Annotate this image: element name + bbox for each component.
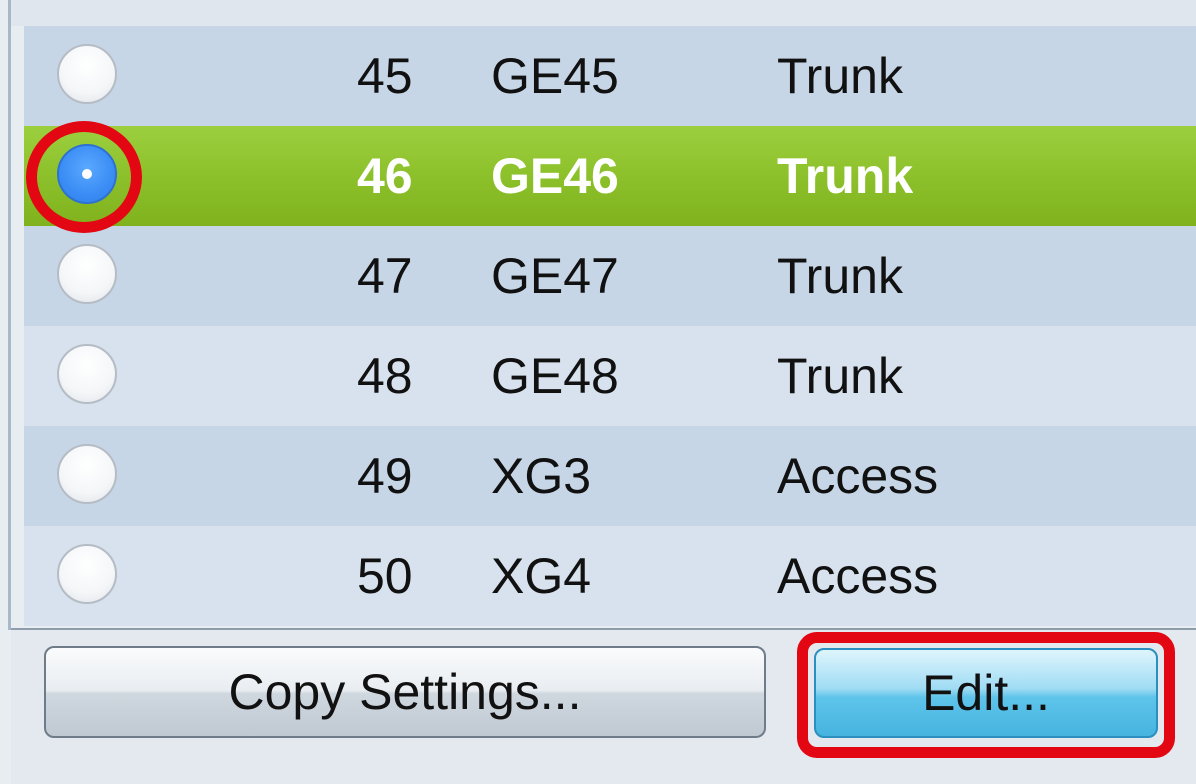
entry-number: 49: [357, 448, 413, 504]
entry-number: 47: [357, 248, 413, 304]
row-radio-button[interactable]: [57, 44, 117, 104]
table-row[interactable]: 48 GE48 Trunk: [24, 326, 1196, 426]
table-row[interactable]: 45 GE45 Trunk: [24, 26, 1196, 126]
port-name: GE48: [491, 348, 619, 404]
port-mode: Access: [777, 448, 939, 504]
table-top-strip: [11, 0, 1196, 26]
table-row-selected[interactable]: 46 GE46 Trunk: [24, 126, 1196, 226]
row-radio-button[interactable]: [57, 344, 117, 404]
port-name: XG4: [491, 548, 592, 604]
port-mode: Trunk: [777, 148, 914, 204]
port-mode: Trunk: [777, 348, 903, 404]
table-row[interactable]: 47 GE47 Trunk: [24, 226, 1196, 326]
panel-left-border: [8, 0, 11, 630]
port-name: GE47: [491, 248, 619, 304]
entry-number: 45: [357, 48, 413, 104]
row-radio-button-selected[interactable]: [57, 144, 117, 204]
port-mode: Trunk: [777, 48, 903, 104]
table-row[interactable]: 50 XG4 Access: [24, 526, 1196, 626]
port-table: 45 GE45 Trunk 46 GE46 Trunk 47 GE47 Trun…: [24, 26, 1196, 628]
entry-number: 50: [357, 548, 413, 604]
port-mode: Access: [777, 548, 939, 604]
port-name: GE46: [491, 148, 619, 204]
row-radio-button[interactable]: [57, 444, 117, 504]
entry-number: 46: [357, 148, 413, 204]
port-name: XG3: [491, 448, 592, 504]
entry-number: 48: [357, 348, 413, 404]
edit-button[interactable]: Edit...: [814, 648, 1158, 738]
row-radio-button[interactable]: [57, 544, 117, 604]
copy-settings-button[interactable]: Copy Settings...: [44, 646, 766, 738]
table-row[interactable]: 49 XG3 Access: [24, 426, 1196, 526]
port-table-panel: 45 GE45 Trunk 46 GE46 Trunk 47 GE47 Trun…: [0, 0, 1196, 784]
port-name: GE45: [491, 48, 619, 104]
port-mode: Trunk: [777, 248, 903, 304]
row-radio-button[interactable]: [57, 244, 117, 304]
